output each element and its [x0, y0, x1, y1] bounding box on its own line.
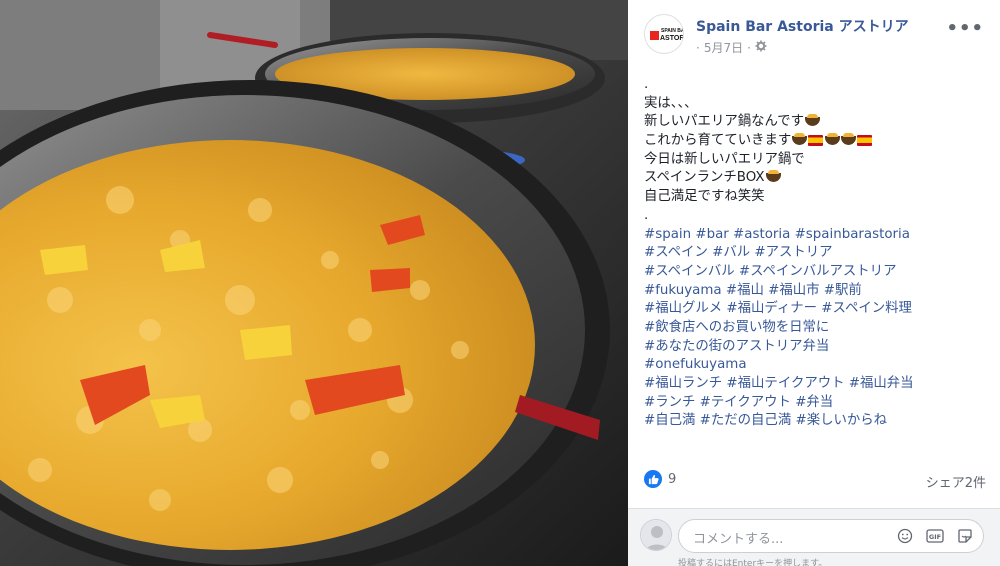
paella-emoji [765, 169, 781, 182]
hashtag-line[interactable]: #スペインバル #スペインバルアストリア [644, 263, 988, 282]
page-name-link[interactable]: Spain Bar Astoria アストリア [696, 16, 909, 36]
more-icon[interactable]: ••• [946, 18, 984, 39]
gear-icon[interactable] [755, 40, 767, 55]
paella-emoji [792, 132, 808, 145]
post-line: 実は、、、 [644, 95, 698, 111]
share-count[interactable]: シェア2件 [926, 472, 986, 491]
paella-emoji [825, 132, 841, 145]
hashtag-line[interactable]: #あなたの街のアストリア弁当 [644, 338, 988, 357]
comment-tools: GIF [895, 526, 975, 546]
svg-text:SPAIN BAR: SPAIN BAR [661, 28, 684, 34]
like-count[interactable]: 9 [668, 472, 676, 487]
post-line: . [644, 207, 649, 223]
post-line: これから育てていきます [644, 132, 988, 151]
paella-photo [0, 0, 628, 566]
like-icon[interactable] [644, 470, 662, 488]
post-header: SPAIN BAR ASTORIA Spain Bar Astoria アストリ… [644, 12, 988, 56]
comment-hint: 投稿するにはEnterキーを押します。 [678, 559, 828, 566]
svg-text:ASTORIA: ASTORIA [660, 35, 684, 42]
comment-input[interactable]: コメントする... GIF [678, 519, 984, 553]
post-line: 今日は新しいパエリア鍋で [644, 151, 805, 167]
hashtag-line[interactable]: #飲食店へのお買い物を日常に [644, 319, 988, 338]
post-panel: SPAIN BAR ASTORIA Spain Bar Astoria アストリ… [628, 0, 1000, 566]
hashtag-line[interactable]: #spain #bar #astoria #spainbarastoria [644, 226, 988, 245]
post-line: 新しいパエリア鍋なんです [644, 113, 988, 132]
post-date[interactable]: 5月7日 [704, 39, 743, 56]
post-line: . [644, 77, 649, 92]
post-message: . 実は、、、 新しいパエリア鍋なんです これから育てていきます 今日は新しいパ… [644, 76, 988, 431]
separator: · [696, 40, 700, 55]
spain-flag-emoji [857, 134, 873, 146]
hashtag-line[interactable]: #fukuyama #福山 #福山市 #駅前 [644, 282, 988, 301]
comment-placeholder: コメントする... [693, 532, 784, 547]
hashtag-line[interactable]: #ランチ #テイクアウト #弁当 [644, 394, 988, 413]
paella-emoji [805, 113, 821, 126]
post-photo[interactable] [0, 0, 628, 566]
emoji-icon[interactable] [895, 526, 915, 546]
page-avatar[interactable]: SPAIN BAR ASTORIA [644, 14, 684, 54]
hashtag-line[interactable]: #福山ランチ #福山テイクアウト #福山弁当 [644, 375, 988, 394]
comment-area: コメントする... GIF 投稿するにはEnterキーを押します。 [628, 509, 1000, 566]
svg-text:GIF: GIF [929, 533, 941, 541]
hashtag-line[interactable]: #自己満 #ただの自己満 #楽しいからね [644, 412, 988, 431]
paella-emoji [841, 132, 857, 145]
reactions-bar: 9 シェア2件 [644, 470, 988, 491]
user-avatar [640, 519, 672, 551]
sticker-icon[interactable] [955, 526, 975, 546]
hashtag-line[interactable]: #福山グルメ #福山ディナー #スペイン料理 [644, 300, 988, 319]
hashtag-list: #spain #bar #astoria #spainbarastoria #ス… [644, 226, 988, 432]
post-line: スペインランチBOX [644, 169, 988, 188]
post-meta: · 5月7日 · [696, 39, 767, 56]
separator: · [747, 40, 751, 55]
hashtag-line[interactable]: #スペイン #バル #アストリア [644, 244, 988, 263]
gif-icon[interactable]: GIF [925, 526, 945, 546]
spain-flag-emoji [808, 134, 824, 146]
post-line: 自己満足ですね笑笑 [644, 189, 765, 205]
astoria-logo: SPAIN BAR ASTORIA [650, 28, 684, 42]
hashtag-line[interactable]: #onefukuyama [644, 356, 988, 375]
